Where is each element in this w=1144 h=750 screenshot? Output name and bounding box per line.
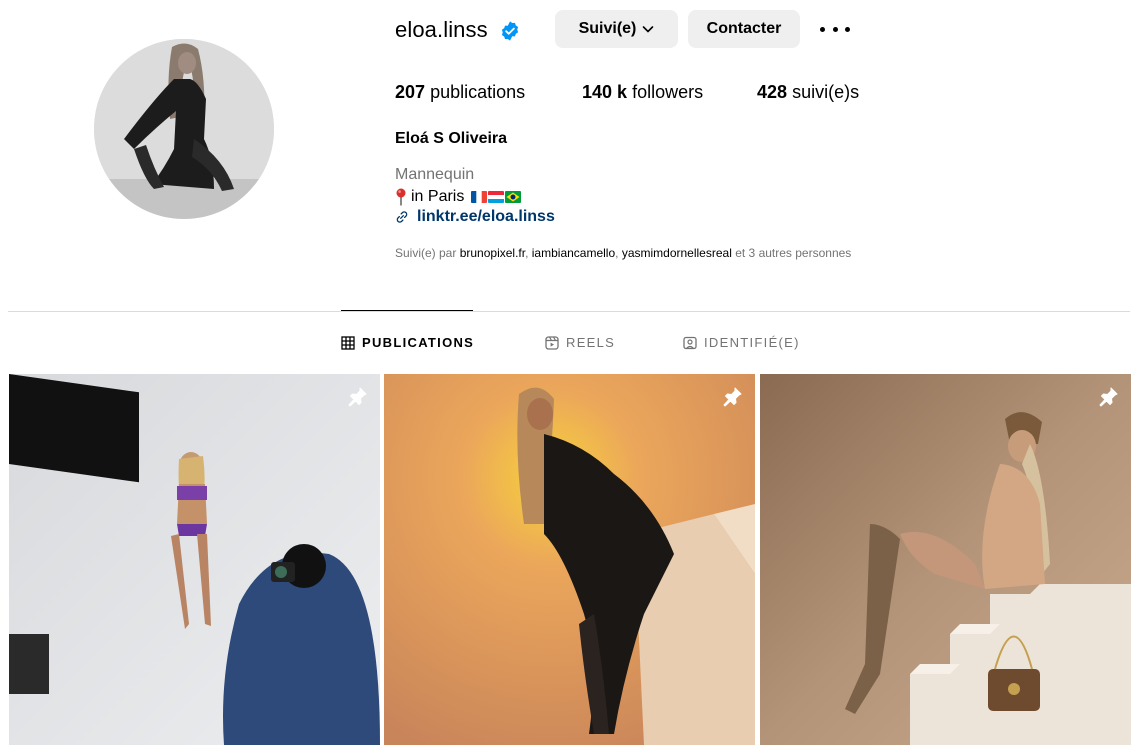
followed-by-text: Suivi(e) par brunopixel.fr, iambiancamel…	[395, 246, 851, 260]
verified-badge-icon	[501, 21, 519, 41]
profile-location: in Paris	[395, 188, 522, 206]
tab-tagged[interactable]: IDENTIFIÉ(E)	[683, 335, 800, 350]
followed-by-account[interactable]: iambiancamello	[532, 246, 615, 260]
pinned-post-icon	[1099, 387, 1118, 407]
more-options-icon[interactable]	[820, 20, 850, 38]
followers-count: 140 k	[582, 82, 628, 102]
tab-publications-label: PUBLICATIONS	[362, 335, 475, 350]
flags-group	[471, 191, 522, 203]
following-button[interactable]: Suivi(e)	[555, 10, 678, 48]
grid-icon	[341, 335, 355, 350]
post-thumbnail[interactable]	[760, 374, 1131, 745]
pinned-post-icon	[348, 387, 367, 407]
contact-button[interactable]: Contacter	[688, 10, 800, 48]
tabs-divider	[8, 311, 1130, 312]
round-pushpin-icon	[396, 188, 406, 206]
luxembourg-flag-icon	[488, 191, 505, 203]
followers-label: followers	[632, 82, 704, 102]
brazil-flag-icon	[505, 191, 522, 203]
separator: ,	[525, 246, 529, 260]
following-count-stat[interactable]: 428 suivi(e)s	[757, 82, 859, 103]
more-dot	[832, 26, 838, 32]
profile-full-name: Eloá S Oliveira	[395, 130, 508, 147]
profile-external-link[interactable]: linktr.ee/eloa.linss	[395, 208, 555, 226]
tab-reels-label: REELS	[566, 335, 616, 350]
avatar-photo	[94, 39, 274, 219]
following-count: 428	[757, 82, 788, 102]
tab-reels[interactable]: REELS	[545, 335, 615, 350]
separator: ,	[615, 246, 619, 260]
posts-count-stat: 207 publications	[395, 82, 525, 103]
profile-avatar[interactable]	[94, 39, 274, 219]
link-icon	[396, 211, 408, 223]
followed-by-suffix: et 3 autres personnes	[735, 246, 852, 260]
profile-category: Mannequin	[395, 166, 475, 183]
post-photo-stairs	[760, 374, 1131, 745]
external-link-text: linktr.ee/eloa.linss	[417, 208, 555, 225]
following-button-label: Suivi(e)	[578, 20, 637, 37]
france-flag-icon	[471, 191, 488, 203]
post-thumbnail[interactable]	[9, 374, 380, 745]
post-thumbnail[interactable]	[384, 374, 755, 745]
contact-button-label: Contacter	[706, 20, 782, 37]
posts-count: 207	[395, 82, 426, 102]
tagged-icon	[683, 336, 697, 349]
active-tab-indicator	[341, 310, 473, 311]
followers-count-stat[interactable]: 140 k followers	[582, 82, 703, 103]
more-dot	[820, 26, 825, 32]
location-text: in Paris	[411, 188, 465, 205]
following-label: suivi(e)s	[792, 82, 860, 102]
posts-label: publications	[430, 82, 526, 102]
tab-publications[interactable]: PUBLICATIONS	[341, 335, 474, 350]
post-photo-studio	[9, 374, 380, 745]
followed-by-prefix: Suivi(e) par	[395, 246, 457, 260]
followed-by-account[interactable]: yasmimdornellesreal	[622, 246, 732, 260]
tab-tagged-label: IDENTIFIÉ(E)	[704, 335, 800, 350]
followed-by-account[interactable]: brunopixel.fr	[460, 246, 525, 260]
more-dot	[845, 26, 850, 32]
reels-icon	[545, 335, 559, 350]
pinned-post-icon	[723, 387, 742, 407]
post-photo-orange	[384, 374, 755, 745]
chevron-down-icon	[643, 26, 654, 33]
profile-username: eloa.linss	[395, 17, 488, 42]
